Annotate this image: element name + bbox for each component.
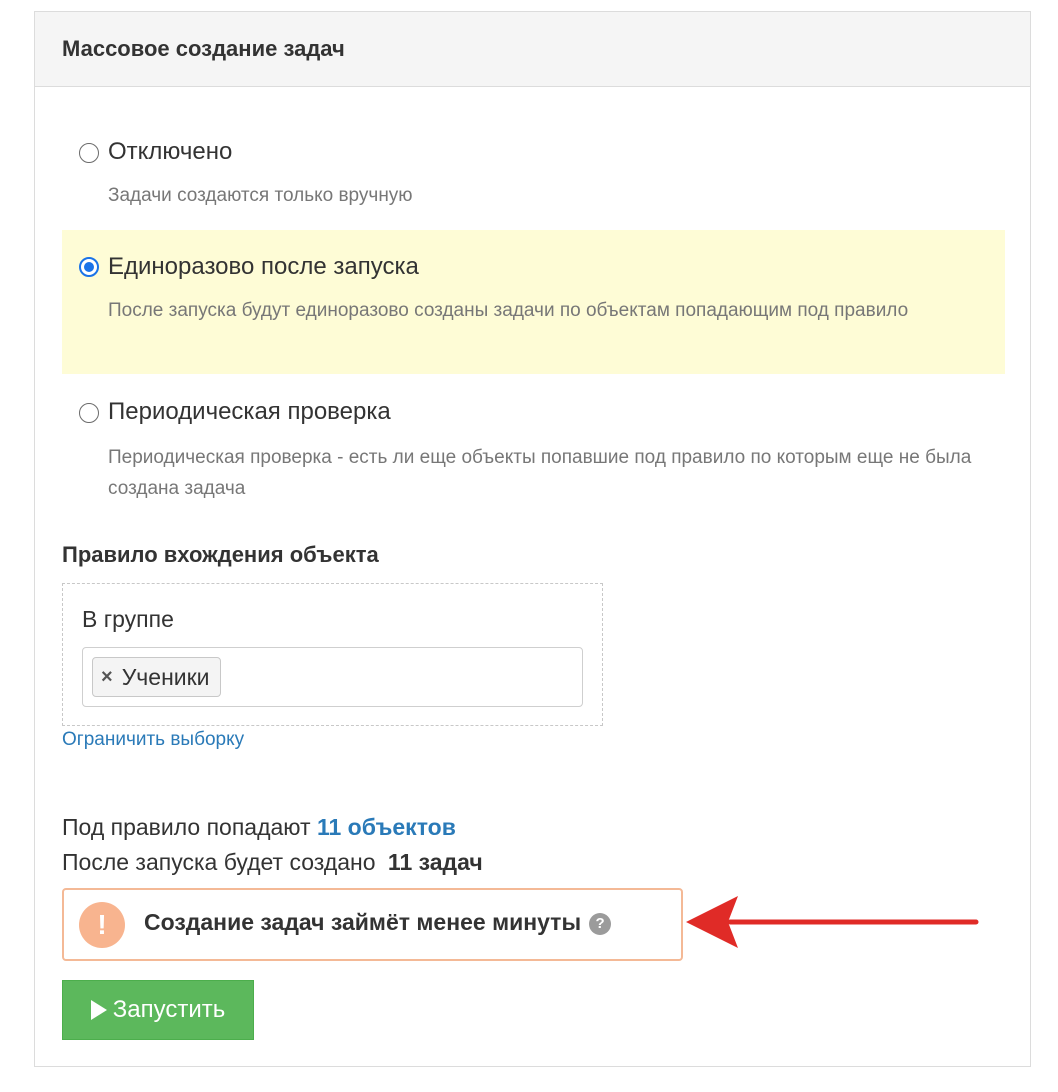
group-tag: × Ученики xyxy=(92,657,221,697)
rule-section-title: Правило вхождения объекта xyxy=(62,542,379,567)
alert-message: Создание задач займёт менее минуты xyxy=(144,909,582,935)
tag-remove-icon[interactable]: × xyxy=(101,666,113,689)
option-disabled-description: Задачи создаются только вручную xyxy=(108,185,413,206)
help-icon[interactable]: ? xyxy=(589,912,612,935)
option-periodic-description: Периодическая проверка - есть ли еще объ… xyxy=(108,447,972,499)
created-count: 11 задач xyxy=(387,849,483,875)
play-icon xyxy=(90,1000,107,1020)
radio-periodic-check[interactable] xyxy=(79,403,99,423)
group-tag-input[interactable]: × Ученики xyxy=(82,647,583,707)
group-tag-label: Ученики xyxy=(121,663,210,690)
radio-once-after-launch[interactable] xyxy=(79,257,99,277)
matched-prefix: Под правило попадают xyxy=(62,814,311,840)
option-periodic-title[interactable]: Периодическая проверка xyxy=(108,398,391,426)
run-button-label: Запустить xyxy=(112,996,226,1023)
matched-objects-line: Под правило попадают 11 объектов xyxy=(62,814,456,841)
option-once-description: После запуска будут единоразово созданы … xyxy=(108,300,909,321)
run-button[interactable]: Запустить xyxy=(62,980,254,1040)
duration-alert: ! Создание задач займёт менее минуты? xyxy=(62,888,683,961)
matched-count-link[interactable]: 11 объектов xyxy=(317,814,456,840)
option-once-after-launch[interactable]: Единоразово после запуска После запуска … xyxy=(62,230,1005,374)
option-disabled[interactable]: Отключено Задачи создаются только вручну… xyxy=(62,122,1005,222)
radio-disabled[interactable] xyxy=(79,143,99,163)
mass-task-creation-panel: Массовое создание задач Отключено Задачи… xyxy=(34,11,1031,1067)
alert-text-wrapper: Создание задач займёт менее минуты? xyxy=(144,909,612,936)
group-label: В группе xyxy=(82,606,174,632)
option-periodic-check[interactable]: Периодическая проверка Периодическая про… xyxy=(62,382,1005,502)
option-once-title[interactable]: Единоразово после запуска xyxy=(108,253,419,281)
rule-condition-box: В группе × Ученики xyxy=(62,583,603,726)
panel-title: Массовое создание задач xyxy=(62,36,345,61)
created-prefix: После запуска будет создано xyxy=(62,849,376,875)
created-tasks-line: После запуска будет создано 11 задач xyxy=(62,849,483,876)
panel-header: Массовое создание задач xyxy=(35,12,1030,87)
limit-selection-link[interactable]: Ограничить выборку xyxy=(62,729,244,751)
option-disabled-title[interactable]: Отключено xyxy=(108,138,232,166)
exclamation-icon: ! xyxy=(79,902,125,948)
